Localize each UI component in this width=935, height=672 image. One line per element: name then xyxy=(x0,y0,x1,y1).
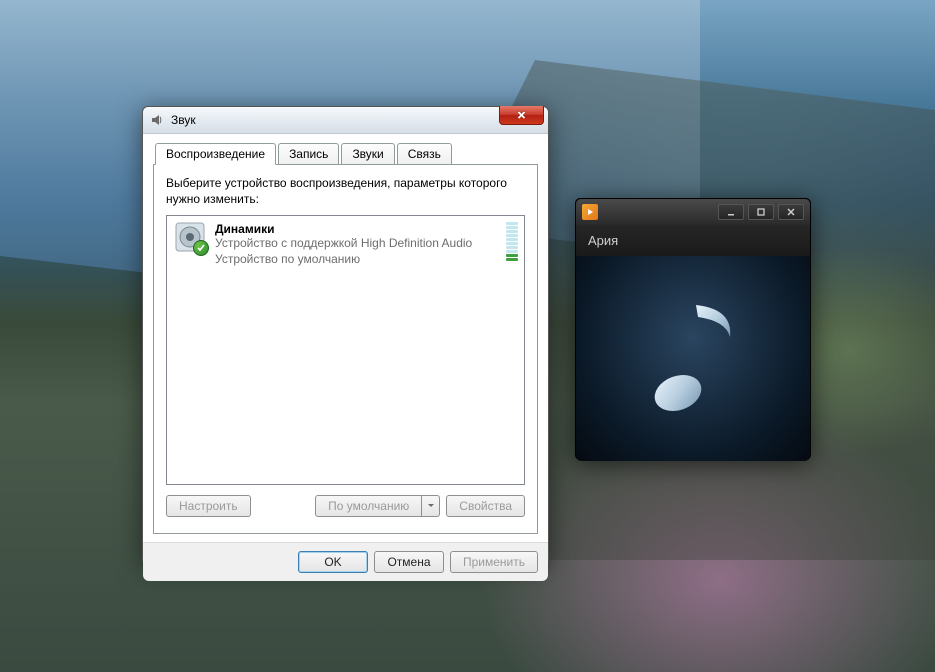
now-playing-title: Ария xyxy=(576,225,810,256)
panel-button-row: Настроить По умолчанию Свойства xyxy=(166,495,525,517)
maximize-button[interactable] xyxy=(748,204,774,220)
sound-dialog-titlebar[interactable]: Звук xyxy=(143,107,548,134)
minimize-button[interactable] xyxy=(718,204,744,220)
set-default-dropdown-arrow[interactable] xyxy=(422,495,440,517)
album-art-area[interactable] xyxy=(576,256,810,461)
device-status: Устройство по умолчанию xyxy=(215,252,498,268)
apply-button[interactable]: Применить xyxy=(450,551,538,573)
device-name: Динамики xyxy=(215,222,498,236)
volume-level-meter xyxy=(506,220,518,262)
sound-dialog-title: Звук xyxy=(171,113,196,127)
media-player-window: Ария xyxy=(575,198,811,460)
instruction-text: Выберите устройство воспроизведения, пар… xyxy=(166,175,525,207)
cancel-button[interactable]: Отмена xyxy=(374,551,444,573)
device-description: Устройство с поддержкой High Definition … xyxy=(215,236,498,252)
device-list[interactable]: Динамики Устройство с поддержкой High De… xyxy=(166,215,525,485)
ok-button[interactable]: OK xyxy=(298,551,368,573)
music-note-icon xyxy=(638,287,748,430)
sound-icon xyxy=(149,112,165,128)
media-player-titlebar[interactable] xyxy=(576,199,810,225)
desktop-wallpaper: Звук Воспроизведение Запись Звуки Связь … xyxy=(0,0,935,672)
tab-panel-playback: Выберите устройство воспроизведения, пар… xyxy=(153,164,538,534)
tab-sounds[interactable]: Звуки xyxy=(341,143,394,165)
configure-button[interactable]: Настроить xyxy=(166,495,251,517)
properties-button[interactable]: Свойства xyxy=(446,495,525,517)
tab-recording[interactable]: Запись xyxy=(278,143,339,165)
set-default-split-button[interactable]: По умолчанию xyxy=(315,495,440,517)
speaker-icon xyxy=(173,220,207,254)
tab-strip: Воспроизведение Запись Звуки Связь xyxy=(153,142,538,164)
device-text: Динамики Устройство с поддержкой High De… xyxy=(215,220,498,267)
tab-communications[interactable]: Связь xyxy=(397,143,452,165)
set-default-button[interactable]: По умолчанию xyxy=(315,495,422,517)
device-item-speakers[interactable]: Динамики Устройство с поддержкой High De… xyxy=(167,216,524,271)
tab-playback[interactable]: Воспроизведение xyxy=(155,143,276,165)
media-close-button[interactable] xyxy=(778,204,804,220)
dialog-footer: OK Отмена Применить xyxy=(143,542,548,581)
close-button[interactable] xyxy=(499,106,544,125)
media-player-icon xyxy=(582,204,598,220)
sound-dialog-window: Звук Воспроизведение Запись Звуки Связь … xyxy=(142,106,549,565)
dialog-body: Воспроизведение Запись Звуки Связь Выбер… xyxy=(143,134,548,542)
